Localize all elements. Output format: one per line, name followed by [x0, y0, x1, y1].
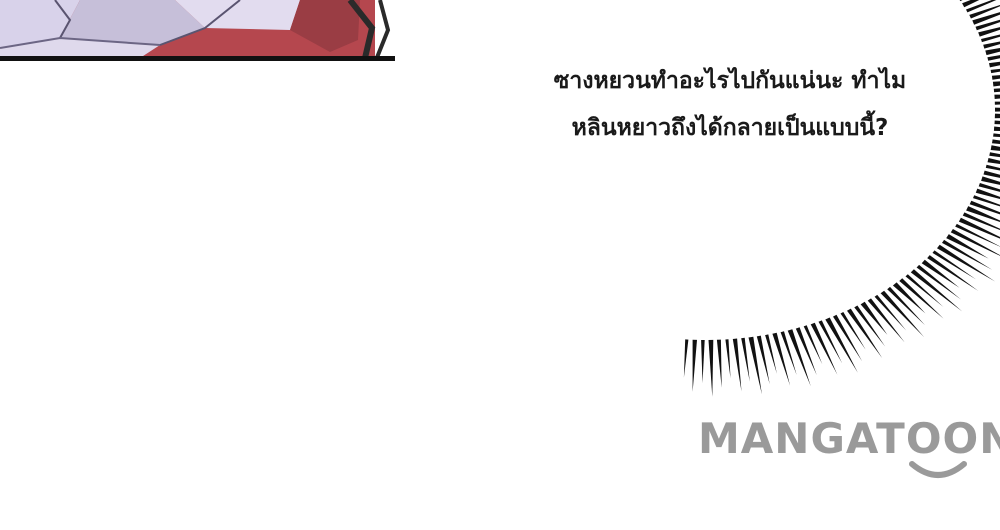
burst-line	[692, 339, 697, 392]
emphasis-burst-lines	[683, 0, 1000, 397]
burst-line	[725, 339, 731, 379]
watermark-text: MANGATOON	[698, 414, 1000, 463]
burst-line	[994, 101, 1000, 105]
burst-line	[927, 255, 979, 291]
burst-line	[937, 244, 996, 282]
burst-line	[880, 290, 925, 338]
speech-line-1: ซางหยวนทำอะไรไปกันแน่นะ ทำไม	[553, 68, 907, 94]
burst-line	[741, 337, 750, 382]
burst-line	[772, 332, 791, 386]
burst-line	[887, 286, 926, 326]
burst-line	[701, 340, 705, 383]
burst-line	[708, 339, 714, 397]
speech-line-2: หลินหยาวถึงได้กลายเป็นแบบนี้?	[571, 115, 889, 141]
smile-icon	[909, 461, 967, 478]
burst-line	[867, 298, 905, 343]
burst-line	[732, 338, 742, 392]
mangatoon-watermark-logo: MANGATOON	[698, 414, 1000, 484]
burst-line	[899, 278, 944, 319]
burst-line	[683, 339, 689, 378]
burst-line	[716, 339, 722, 388]
burst-line	[803, 325, 823, 365]
burst-line	[847, 308, 883, 359]
burst-line	[916, 264, 961, 300]
character-clothing-panel	[0, 0, 395, 61]
